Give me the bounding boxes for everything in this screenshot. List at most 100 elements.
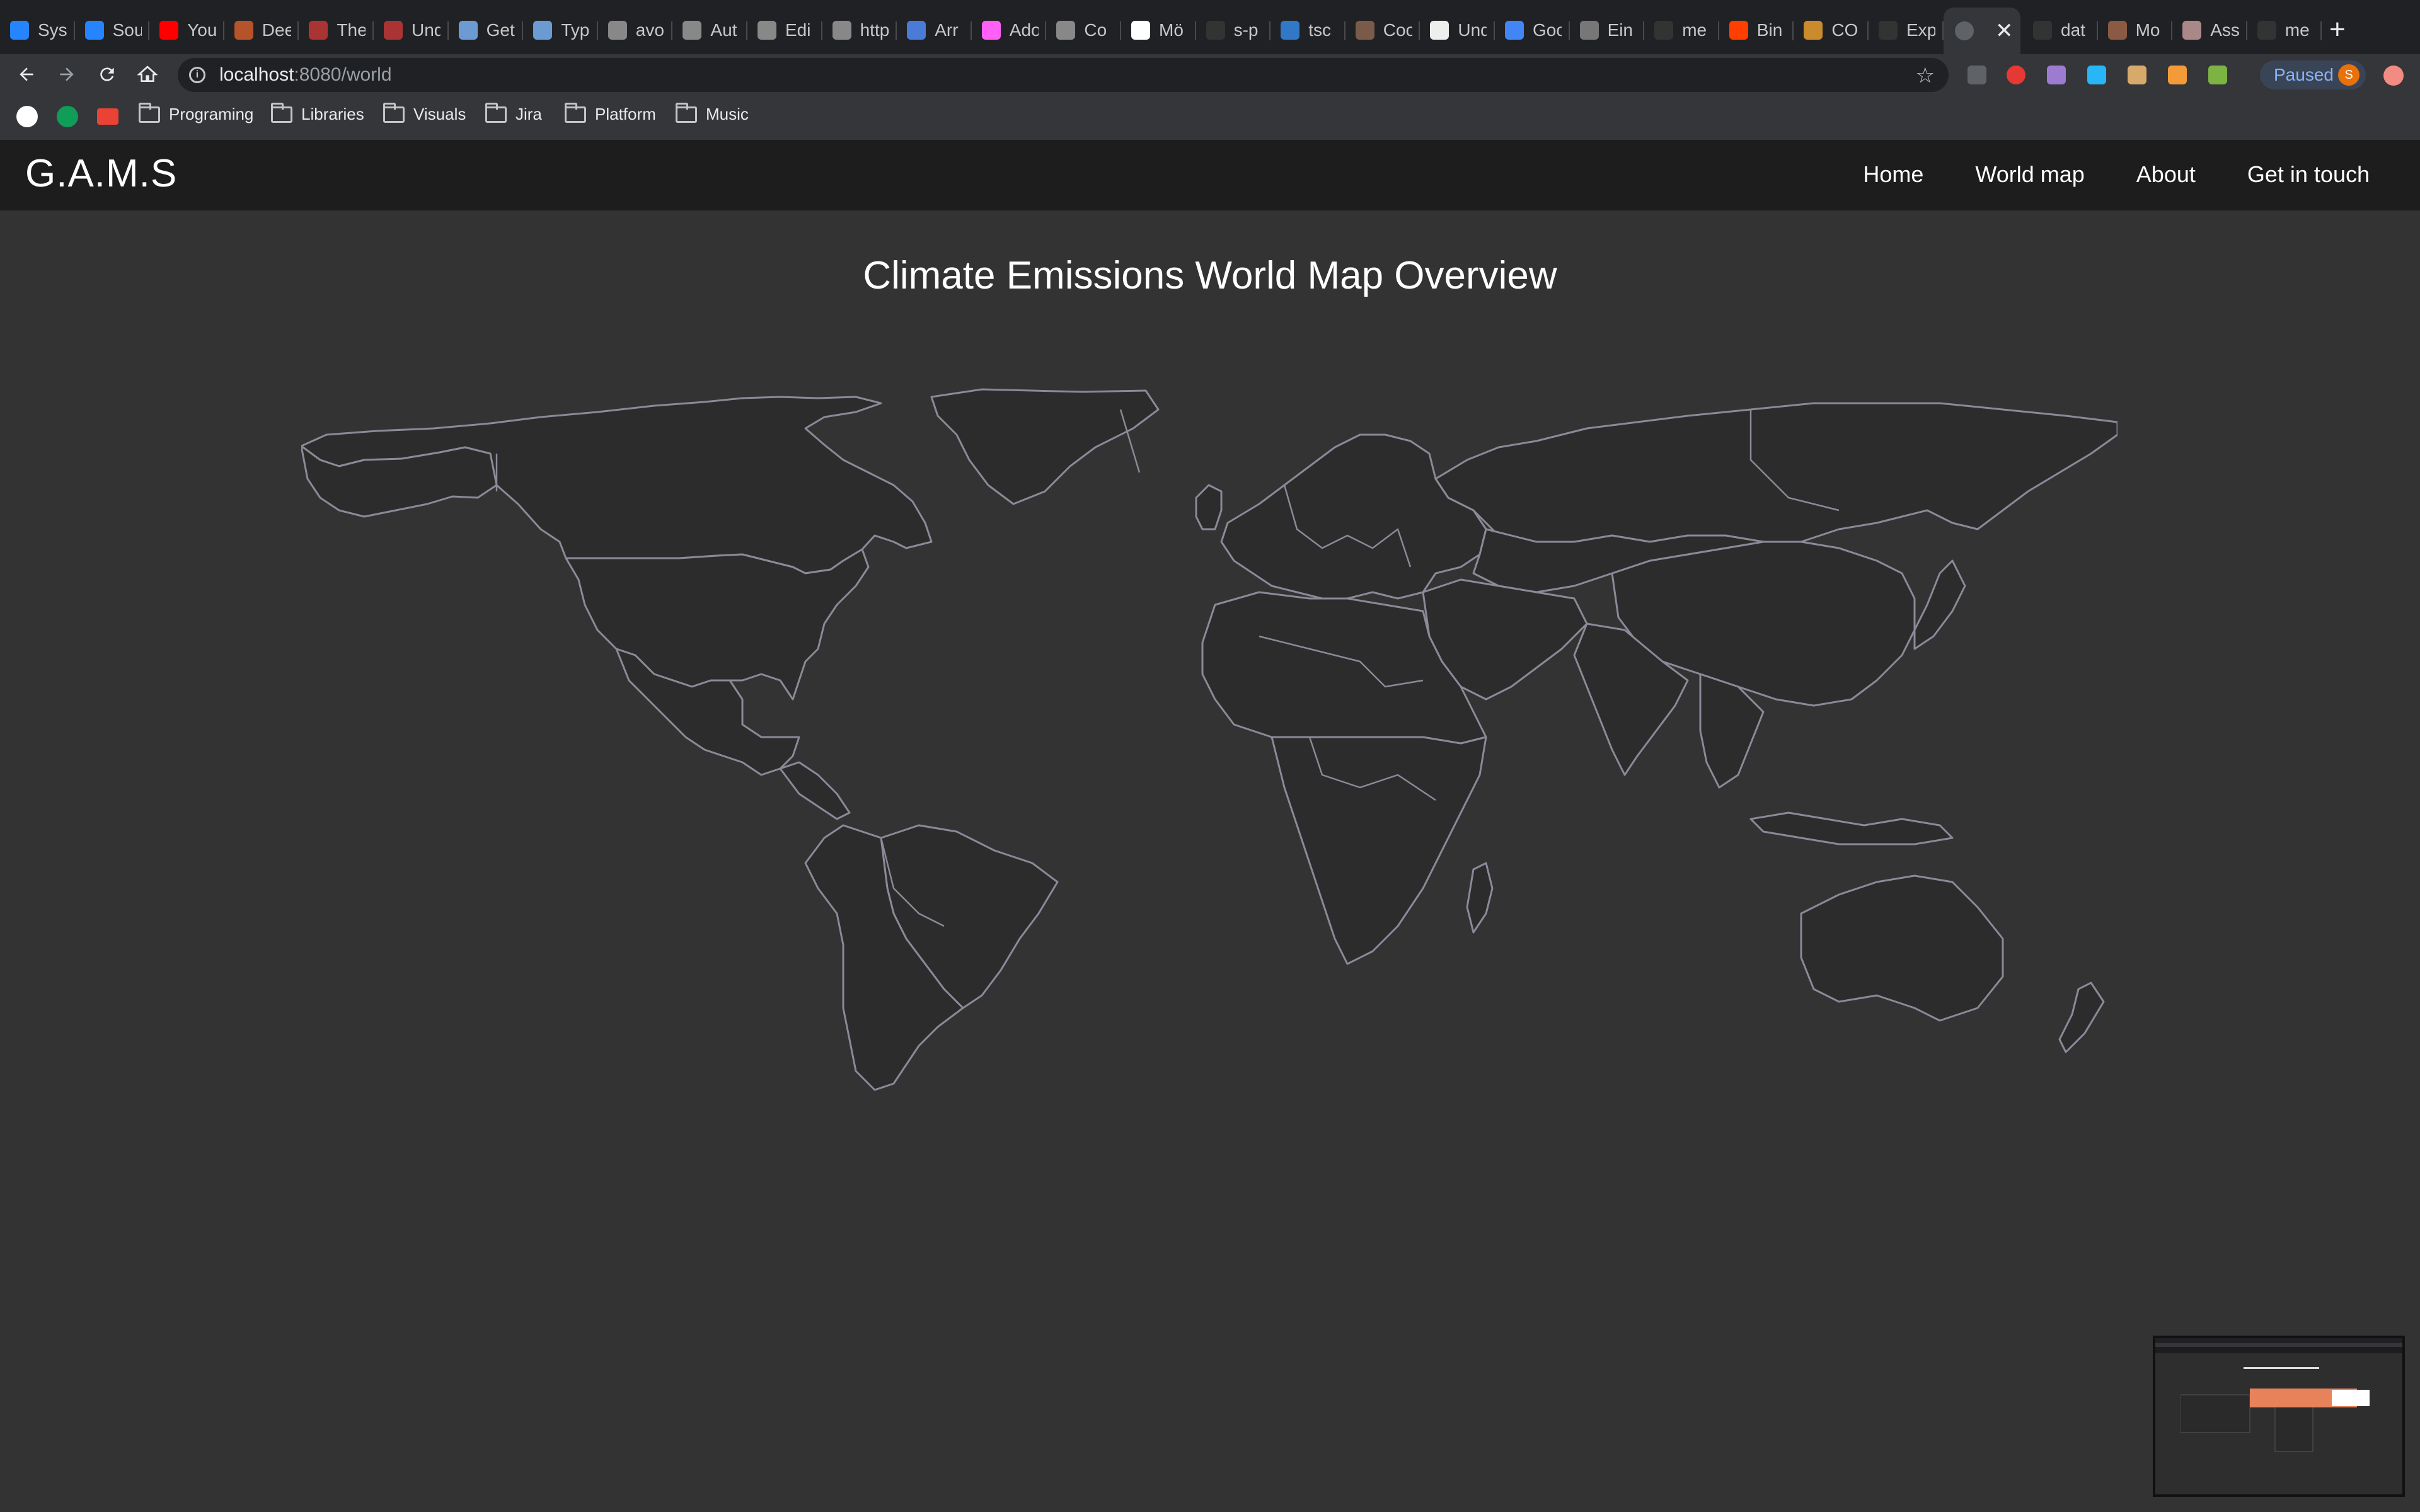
country-africa-south[interactable] [1270,736,1487,965]
browser-tab[interactable]: me [2247,8,2322,53]
gmail-icon[interactable] [97,108,118,125]
browser-tab[interactable]: CO [1794,8,1869,53]
browser-tab[interactable]: Sys [0,8,75,53]
browser-tab[interactable]: Co [1046,8,1121,53]
browser-tab[interactable]: dat [2023,8,2098,53]
browser-tab[interactable]: s-p [1196,8,1271,53]
avatar: S [2338,64,2360,86]
browser-tab[interactable]: Dee [224,8,299,53]
browser-tab[interactable]: http [822,8,897,53]
back-button[interactable] [10,58,43,91]
adblock-icon[interactable] [2007,66,2025,84]
home-button[interactable] [131,58,164,91]
world-map[interactable] [300,384,2119,1096]
bookmark-folder[interactable]: Platform [565,102,656,124]
new-tab-button[interactable]: + [2329,14,2346,45]
nav-home[interactable]: Home [1863,161,1923,188]
tab-title: Sys [38,20,67,40]
tab-title: Und [1458,20,1487,40]
browser-menu-icon[interactable] [2383,66,2404,86]
close-tab-icon[interactable]: ✕ [1995,18,2014,43]
bookmark-folder[interactable]: Music [676,102,749,124]
tab-title: Mö [1159,20,1184,40]
country-central-america[interactable] [779,761,851,820]
home-icon [137,66,158,82]
tab-title: Arr [935,20,959,40]
box-icon[interactable] [2128,66,2146,84]
forward-button[interactable] [50,58,83,91]
browser-tab[interactable]: Mo [2098,8,2173,53]
browser-tab[interactable]: Ass [2172,8,2247,53]
country-australia[interactable] [1800,874,2004,1022]
window-thumbnail-preview[interactable] [2153,1336,2405,1497]
circle-icon [1804,21,1823,40]
profile-button[interactable]: Paused S [2260,60,2366,89]
tab-active[interactable]: ✕ [1944,8,2020,54]
github-icon [2033,21,2052,40]
browser-tab[interactable]: Coo [1345,8,1420,53]
tab-title: avo [635,20,664,40]
grammarly-icon[interactable] [57,106,78,127]
bookmark-star-icon[interactable]: ☆ [1916,63,1935,88]
github-icon [2257,21,2276,40]
country-japan[interactable] [1913,559,1966,650]
bookmark-folder[interactable]: Programing [139,102,254,124]
country-europe[interactable] [1220,433,1487,600]
country-uk[interactable] [1195,484,1223,530]
browser-tab[interactable]: Aut [672,8,747,53]
browser-tab[interactable]: tsc [1270,8,1345,53]
country-russia[interactable] [1434,402,2119,543]
bookmark-folder[interactable]: Libraries [271,102,364,124]
github-icon [1654,21,1674,40]
browser-tab[interactable]: me [1644,8,1719,53]
udemy-icon [309,21,328,40]
browser-tab[interactable]: Ado [972,8,1047,53]
tab-title: dat [2061,20,2085,40]
node-icon[interactable] [2208,66,2227,84]
country-new-zealand[interactable] [2058,982,2105,1053]
country-madagascar[interactable] [1466,862,1494,934]
browser-tab[interactable]: Typ [523,8,598,53]
brand-logo[interactable]: G.A.M.S [25,151,177,196]
browser-tab[interactable]: Arr [897,8,972,53]
browser-toolbar: i localhost:8080/world ☆ Paused S [0,54,2420,94]
browser-tab[interactable]: Und [1420,8,1495,53]
country-usa[interactable] [565,548,870,701]
extension-icon[interactable] [1968,66,1986,84]
browser-tab[interactable]: Get [449,8,524,53]
bookmark-folder[interactable]: Jira [485,102,542,124]
country-greenland[interactable] [930,388,1160,505]
webpack-icon [458,21,478,40]
browser-tab[interactable]: Goo [1495,8,1570,53]
nav-world-map[interactable]: World map [1975,161,2084,188]
browser-tab[interactable]: You [149,8,224,53]
google-icon[interactable] [16,106,38,127]
tab-title: Bin [1756,20,1783,40]
bookmark-folder[interactable]: Visuals [383,102,466,124]
tab-title: The [337,20,366,40]
wind-icon[interactable] [2087,66,2106,84]
browser-tab[interactable]: Und [374,8,449,53]
browser-tab[interactable]: Edi [747,8,822,53]
browser-tab[interactable]: Ein [1570,8,1645,53]
browser-tab[interactable]: Mö [1121,8,1196,53]
pipette-icon[interactable] [2168,66,2187,84]
address-url[interactable]: localhost:8080/world [219,64,392,86]
site-info-icon[interactable]: i [189,67,205,83]
browser-tab[interactable]: Bin [1719,8,1794,53]
nav-get-in-touch[interactable]: Get in touch [2247,161,2370,188]
bookmarks-bar: Programing Libraries Visuals Jira Platform Mu… [0,94,2420,140]
bookmark-label: Programing [169,105,254,123]
feather-icon[interactable] [2047,66,2066,84]
folder-icon [271,102,292,123]
browser-tab[interactable]: Sou [75,8,150,53]
reload-button[interactable] [91,58,124,91]
browser-tab[interactable]: avo [598,8,673,53]
tab-title: You [187,20,217,40]
country-indonesia[interactable] [1749,811,1954,845]
address-bar[interactable]: i localhost:8080/world ☆ [178,58,1949,92]
avatar-icon [1355,21,1374,40]
browser-tab[interactable]: Exp [1869,8,1944,53]
nav-about[interactable]: About [2136,161,2196,188]
browser-tab[interactable]: The [299,8,374,53]
